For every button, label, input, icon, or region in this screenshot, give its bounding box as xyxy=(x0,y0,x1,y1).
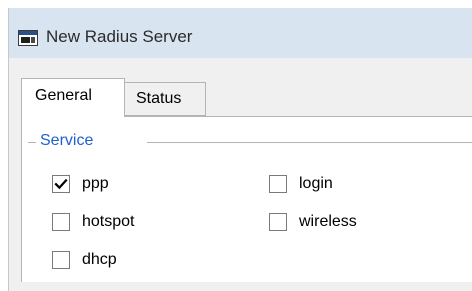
checkbox-label-dhcp: dhcp xyxy=(82,251,117,268)
tab-status[interactable]: Status xyxy=(125,82,206,116)
checkbox-label-login: login xyxy=(299,175,333,192)
checkbox-hotspot[interactable]: hotspot xyxy=(52,212,134,232)
group-divider-right xyxy=(147,142,472,143)
checkbox-box[interactable] xyxy=(269,175,287,193)
checkbox-label-hotspot: hotspot xyxy=(82,213,135,230)
checkbox-login[interactable]: login xyxy=(269,174,333,194)
service-group-label: Service xyxy=(40,132,94,149)
checkbox-box[interactable] xyxy=(52,175,70,193)
checkbox-box[interactable] xyxy=(52,213,70,231)
checkbox-wireless[interactable]: wireless xyxy=(269,212,357,232)
tab-strip: General Status xyxy=(9,58,472,117)
window-title: New Radius Server xyxy=(46,27,193,46)
checkmark-icon xyxy=(54,178,68,190)
tab-panel-general: Service ppp login hotspot wireless dhcp xyxy=(21,116,472,282)
checkbox-dhcp[interactable]: dhcp xyxy=(52,250,117,270)
title-bar[interactable]: New Radius Server xyxy=(9,8,472,58)
group-divider-left xyxy=(28,142,36,143)
checkbox-label-wireless: wireless xyxy=(299,213,357,230)
checkbox-ppp[interactable]: ppp xyxy=(52,174,109,194)
window-app-icon xyxy=(18,30,38,46)
checkbox-box[interactable] xyxy=(269,213,287,231)
tab-general[interactable]: General xyxy=(21,78,125,117)
checkbox-box[interactable] xyxy=(52,251,70,269)
dialog-window: New Radius Server General Status Service… xyxy=(8,8,472,291)
checkbox-label-ppp: ppp xyxy=(82,175,109,192)
